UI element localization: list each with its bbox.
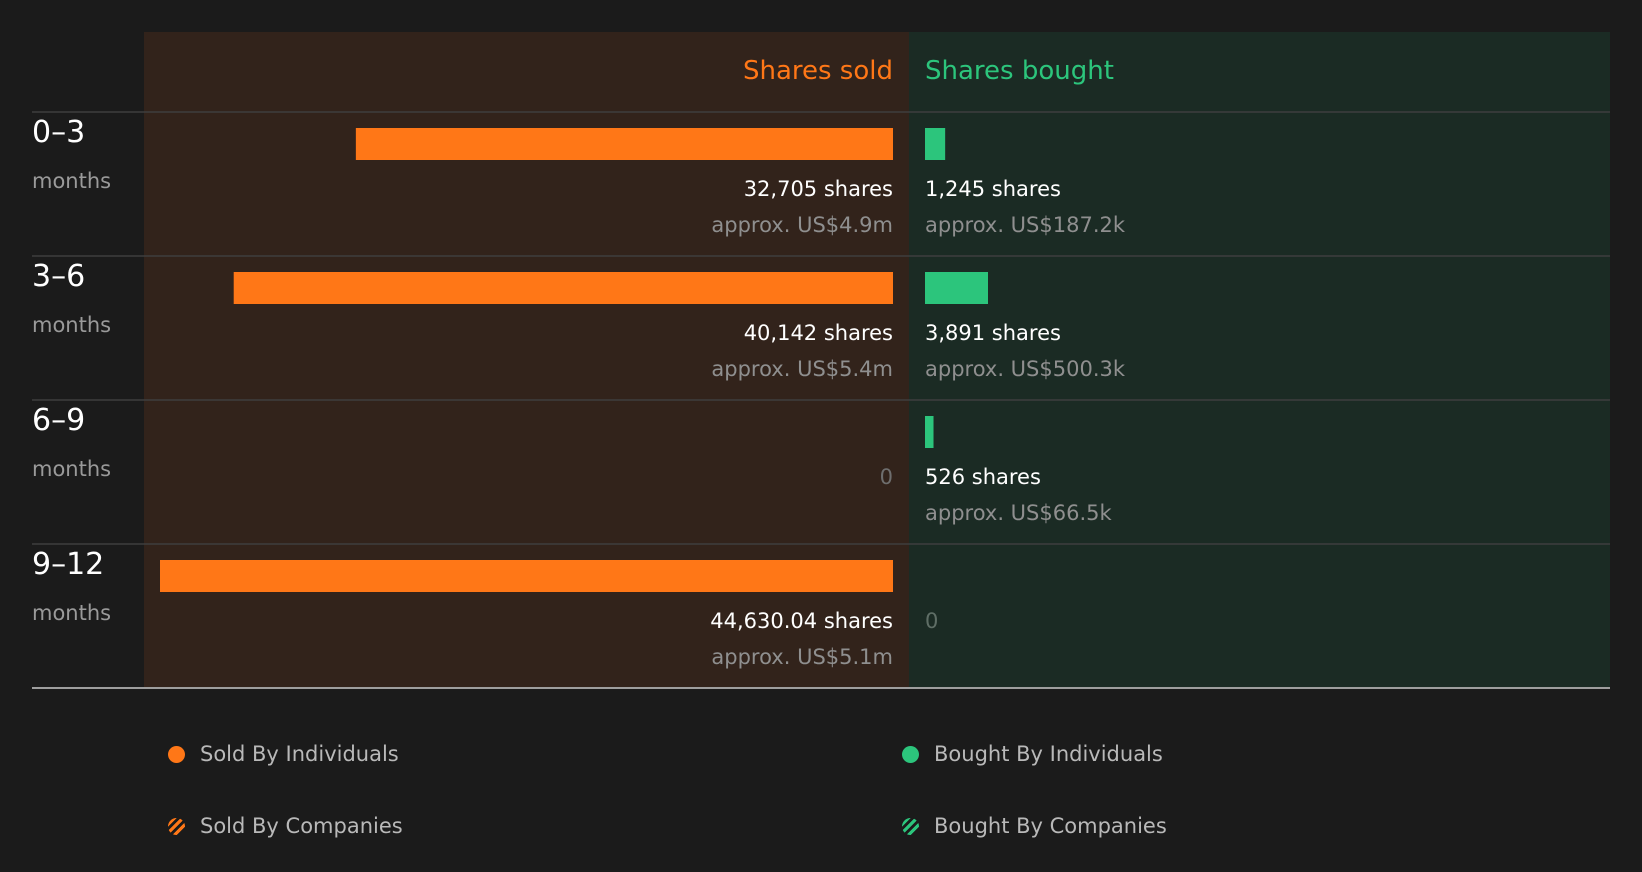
- row-unit-label: months: [32, 313, 111, 337]
- sold-value-label: approx. US$5.1m: [711, 645, 893, 669]
- row-range-label: 9–12: [32, 547, 104, 582]
- sold-bar: [355, 128, 893, 160]
- bought-shares-label: 1,245 shares: [925, 177, 1061, 201]
- legend-hatched-dot-icon: [168, 817, 185, 835]
- sold-shares-label: 40,142 shares: [744, 321, 893, 345]
- legend-item: Sold By Companies: [168, 814, 403, 838]
- row-range-label: 6–9: [32, 403, 85, 438]
- legend-hatched-dot-icon: [902, 817, 919, 835]
- bought-header: Shares bought: [925, 56, 1114, 86]
- legend-item: Bought By Companies: [902, 814, 1167, 838]
- legend-dot-icon: [902, 745, 919, 763]
- sold-bar: [233, 272, 893, 304]
- bought-bar: [925, 416, 934, 448]
- legend-label: Bought By Companies: [934, 814, 1167, 838]
- sold-value-label: approx. US$4.9m: [711, 213, 893, 237]
- bought-value-label: approx. US$187.2k: [925, 213, 1126, 237]
- bought-value-label: approx. US$66.5k: [925, 501, 1113, 525]
- bought-bar: [925, 128, 946, 160]
- legend-dot-icon: [168, 745, 185, 763]
- row-range-label: 3–6: [32, 259, 85, 294]
- row-range-label: 0–3: [32, 115, 85, 150]
- row-unit-label: months: [32, 457, 111, 481]
- bought-value-label: approx. US$500.3k: [925, 357, 1126, 381]
- sold-header: Shares sold: [743, 56, 893, 86]
- bought-shares-label: 526 shares: [925, 465, 1041, 489]
- sold-zero-label: 0: [880, 465, 893, 489]
- bought-shares-label: 3,891 shares: [925, 321, 1061, 345]
- legend-label: Sold By Individuals: [200, 742, 399, 766]
- sold-shares-label: 44,630.04 shares: [710, 609, 893, 633]
- sold-shares-label: 32,705 shares: [744, 177, 893, 201]
- legend-label: Sold By Companies: [200, 814, 403, 838]
- legend-item: Bought By Individuals: [902, 742, 1163, 766]
- bought-bar: [925, 272, 988, 304]
- sold-bar: [160, 560, 893, 592]
- bought-zero-label: 0: [925, 609, 938, 633]
- legend-label: Bought By Individuals: [934, 742, 1163, 766]
- legend-item: Sold By Individuals: [168, 742, 399, 766]
- row-unit-label: months: [32, 169, 111, 193]
- row-unit-label: months: [32, 601, 111, 625]
- sold-value-label: approx. US$5.4m: [711, 357, 893, 381]
